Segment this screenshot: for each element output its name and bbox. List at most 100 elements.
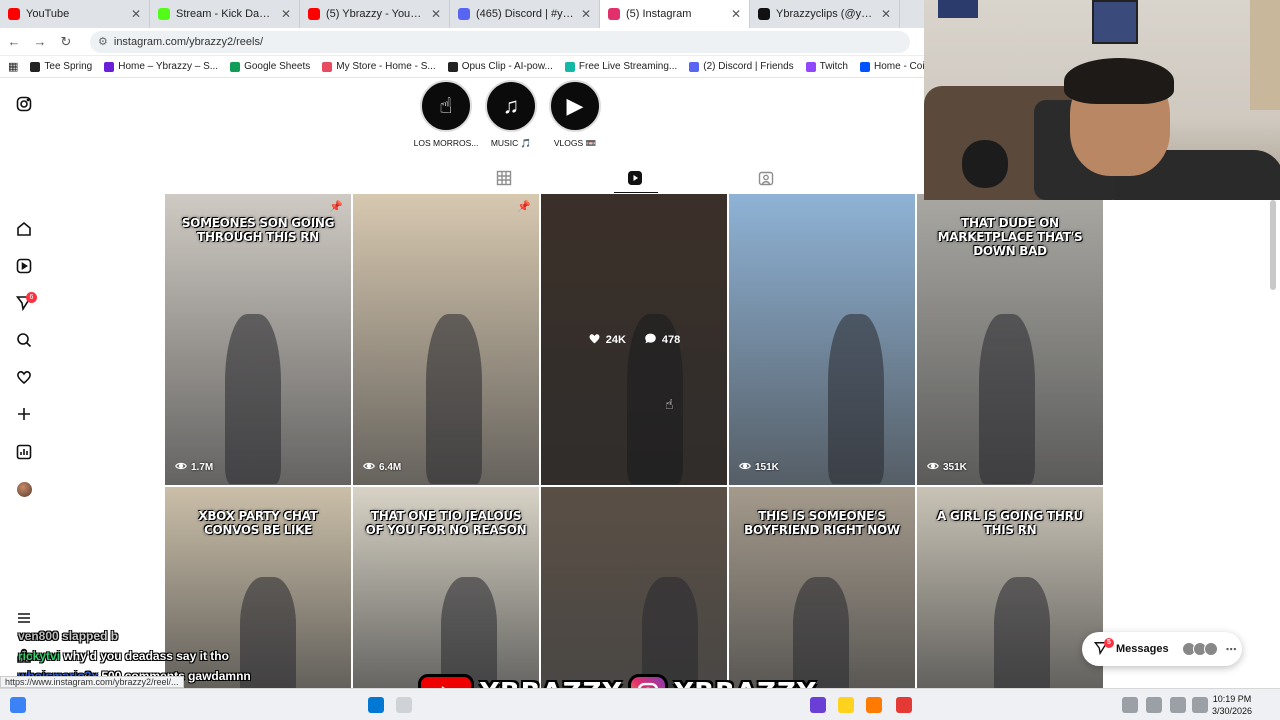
browser-tab[interactable]: Ybrazzyclips (@ybrazzyclips) ✕ <box>750 0 900 28</box>
menu-icon[interactable] <box>16 610 32 626</box>
reel-thumbnail[interactable]: 151K <box>729 194 915 485</box>
app-icon[interactable] <box>896 697 912 713</box>
heart-icon <box>588 332 601 348</box>
microphone-icon[interactable] <box>1170 697 1186 713</box>
browser-tab[interactable]: Stream - Kick Dashboard ✕ <box>150 0 300 28</box>
browser-tab-bar: YouTube✕Stream - Kick Dashboard✕(5) Ybra… <box>0 0 924 28</box>
chat-username: ven800 <box>18 629 59 643</box>
close-icon[interactable]: ✕ <box>731 7 741 21</box>
view-count-text: 6.4M <box>379 462 402 473</box>
close-icon[interactable]: ✕ <box>881 7 891 21</box>
instagram-sidebar: 6 <box>0 80 48 688</box>
highlight-los-morros[interactable]: ☝ LOS MORROS... <box>411 80 481 148</box>
reload-icon[interactable]: ↻ <box>58 34 74 50</box>
network-icon[interactable] <box>1146 697 1162 713</box>
reel-thumbnail[interactable] <box>541 487 727 688</box>
bookmark-item[interactable]: Twitch <box>805 61 848 72</box>
bookmark-item[interactable]: Opus Clip - AI-pow... <box>447 61 553 72</box>
reel-thumbnail[interactable]: THAT DUDE ON MARKETPLACE THAT'S DOWN BAD… <box>917 194 1103 485</box>
bookmark-item[interactable]: Home – Ybrazzy – S... <box>104 61 218 72</box>
windows-widget-icon[interactable] <box>10 697 26 713</box>
app-icon[interactable] <box>810 697 826 713</box>
tab-title: (5) Ybrazzy - YouTube <box>326 8 425 20</box>
clock-date: 3/30/2026 <box>1212 706 1253 716</box>
address-bar-row: ← → ↻ ⚙ instagram.com/ybrazzy2/reels/ <box>0 28 924 56</box>
url-field[interactable]: ⚙ instagram.com/ybrazzy2/reels/ <box>90 30 910 53</box>
site-info-icon[interactable]: ⚙ <box>98 35 108 48</box>
insights-icon[interactable] <box>16 444 32 460</box>
system-tray-icon[interactable] <box>1122 697 1138 713</box>
tab-favicon-icon <box>758 8 770 20</box>
reel-subject <box>979 314 1035 484</box>
streamer-hair <box>1064 58 1174 104</box>
reels-tab-icon[interactable] <box>627 170 643 186</box>
bookmark-item[interactable]: (2) Discord | Friends <box>689 61 794 72</box>
reel-thumbnail[interactable]: THAT ONE TIO JEALOUS OF YOU FOR NO REASO… <box>353 487 539 688</box>
create-icon[interactable] <box>16 406 32 422</box>
reel-thumbnail[interactable]: SOMEONES SON GOING THROUGH THIS RN 📌 1.7M <box>165 194 351 485</box>
back-icon[interactable]: ← <box>6 34 22 49</box>
highlight-label: LOS MORROS... <box>413 138 479 148</box>
close-icon[interactable]: ✕ <box>281 7 291 21</box>
bookmark-item[interactable]: Tee Spring <box>30 61 92 72</box>
highlight-vlogs[interactable]: ▶ VLOGS 📼 <box>540 80 610 149</box>
chat-username: rickytvi <box>18 649 61 663</box>
view-count-text: 1.7M <box>191 462 214 473</box>
bookmark-item[interactable]: Home - Coinbase <box>860 61 924 72</box>
bookmark-favicon-icon <box>104 61 115 72</box>
search-icon[interactable] <box>16 332 32 348</box>
reel-thumbnail[interactable]: 24K 478 ☝ <box>541 194 727 485</box>
forward-icon[interactable]: → <box>32 34 48 49</box>
start-icon[interactable] <box>368 697 384 713</box>
heart-icon[interactable] <box>16 369 32 385</box>
profile-avatar[interactable] <box>17 482 32 497</box>
reel-subject <box>426 314 482 484</box>
tab-favicon-icon <box>608 8 620 20</box>
apps-icon[interactable]: ▦ <box>8 60 18 73</box>
search-icon[interactable] <box>396 697 412 713</box>
tagged-icon[interactable] <box>758 170 774 186</box>
active-tab-indicator <box>614 192 658 193</box>
reel-subject <box>994 577 1050 688</box>
microphone <box>962 140 1008 188</box>
eye-icon <box>363 460 375 475</box>
tab-favicon-icon <box>308 8 320 20</box>
browser-tab[interactable]: (5) Ybrazzy - YouTube ✕ <box>300 0 450 28</box>
browser-tab[interactable]: YouTube ✕ <box>0 0 150 28</box>
reel-thumbnail[interactable]: A GIRL IS GOING THRU THIS RN <box>917 487 1103 688</box>
highlight-music[interactable]: ♫ MUSIC 🎵 <box>476 80 546 149</box>
volume-icon[interactable] <box>1192 697 1208 713</box>
browser-tab[interactable]: (465) Discord | #ybrazzy | LO ✕ <box>450 0 600 28</box>
app-icon[interactable] <box>838 697 854 713</box>
bookmark-favicon-icon <box>447 61 458 72</box>
scrollbar[interactable] <box>1270 200 1276 290</box>
close-icon[interactable]: ✕ <box>581 7 591 21</box>
notification-badge: 6 <box>26 292 37 303</box>
reel-thumbnail[interactable]: 📌 6.4M <box>353 194 539 485</box>
reel-subject <box>225 314 281 484</box>
clock-time: 10:19 PM <box>1212 694 1252 704</box>
close-icon[interactable]: ✕ <box>431 7 441 21</box>
app-icon[interactable] <box>866 697 882 713</box>
bookmark-label: Free Live Streaming... <box>578 61 678 72</box>
grid-icon[interactable] <box>496 170 512 186</box>
reel-caption: XBOX PARTY CHAT CONVOS BE LIKE <box>198 509 318 537</box>
bookmark-item[interactable]: My Store - Home - S... <box>322 61 436 72</box>
browser-tab[interactable]: (5) Instagram ✕ <box>600 0 750 28</box>
tab-favicon-icon <box>158 8 170 20</box>
reels-nav-icon[interactable] <box>16 258 32 274</box>
wall-poster <box>1250 0 1280 110</box>
messages-button[interactable]: 5 Messages ⋯ <box>1082 632 1242 666</box>
instagram-logo-icon[interactable] <box>16 96 32 112</box>
bookmarks-bar: ▦ Tee Spring Home – Ybrazzy – S... Google … <box>0 56 924 78</box>
view-count: 351K <box>927 460 967 475</box>
reel-thumbnail[interactable]: THIS IS SOMEONE'S BOYFRIEND RIGHT NOW <box>729 487 915 688</box>
close-icon[interactable]: ✕ <box>131 7 141 21</box>
taskbar-clock[interactable]: 10:19 PM 3/30/2026 <box>1212 693 1252 717</box>
bookmark-item[interactable]: Google Sheets <box>230 61 310 72</box>
tab-title: Stream - Kick Dashboard <box>176 8 275 20</box>
home-icon[interactable] <box>16 221 32 237</box>
highlight-icon: ☝ <box>420 80 472 132</box>
bookmark-item[interactable]: Free Live Streaming... <box>564 61 678 72</box>
likes-count: 24K <box>588 332 626 348</box>
